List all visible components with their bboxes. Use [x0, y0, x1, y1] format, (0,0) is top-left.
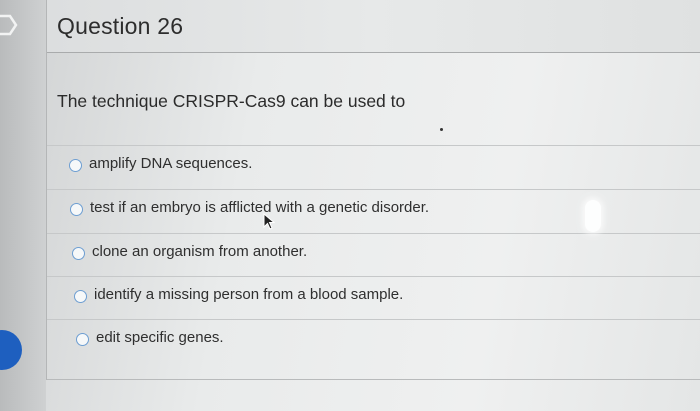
radio-button[interactable] — [76, 333, 89, 346]
answer-option[interactable]: edit specific genes. — [47, 319, 700, 364]
flag-icon[interactable] — [0, 10, 22, 40]
radio-button[interactable] — [74, 290, 87, 303]
answer-label: identify a missing person from a blood s… — [94, 286, 404, 303]
question-body: The technique CRISPR-Cas9 can be used to… — [47, 53, 700, 380]
question-nav-column — [0, 0, 46, 411]
answer-option[interactable]: amplify DNA sequences. — [47, 145, 700, 190]
question-card: Question 26 The technique CRISPR-Cas9 ca… — [46, 0, 700, 380]
question-prompt: The technique CRISPR-Cas9 can be used to — [57, 91, 406, 111]
answer-option[interactable]: test if an embryo is afflicted with a ge… — [47, 189, 700, 234]
answer-label: edit specific genes. — [96, 329, 224, 346]
answer-option[interactable]: identify a missing person from a blood s… — [47, 276, 700, 321]
answer-option[interactable]: clone an organism from another. — [47, 233, 700, 278]
quiz-page: Question 26 The technique CRISPR-Cas9 ca… — [0, 0, 700, 411]
answer-label: amplify DNA sequences. — [89, 155, 253, 172]
radio-button[interactable] — [72, 247, 85, 260]
speck — [440, 128, 443, 131]
screen-glare — [585, 200, 601, 232]
answer-label: clone an organism from another. — [92, 243, 308, 260]
mouse-pointer-icon — [263, 212, 277, 231]
question-title: Question 26 — [57, 13, 184, 39]
radio-button[interactable] — [70, 203, 83, 216]
question-header: Question 26 — [47, 0, 700, 53]
answer-label: test if an embryo is afflicted with a ge… — [90, 199, 430, 216]
radio-button[interactable] — [69, 159, 82, 172]
blue-indicator-dot — [0, 330, 22, 370]
